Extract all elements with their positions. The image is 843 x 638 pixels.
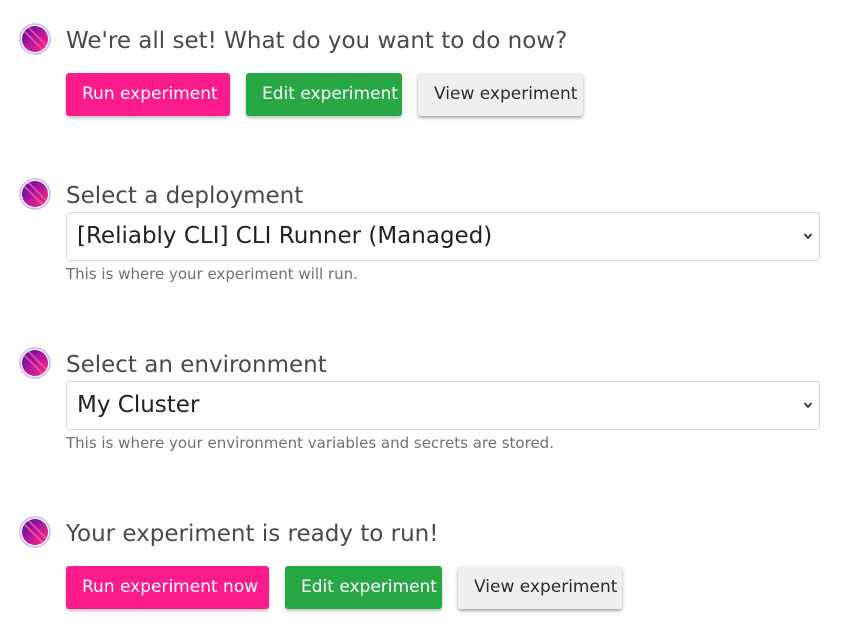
environment-help-text: This is where your environment variables… [66,434,554,452]
step-heading: Your experiment is ready to run! [66,521,439,547]
step-heading: Select an environment [66,352,327,378]
deployment-help-text: This is where your experiment will run. [66,265,358,283]
chevron-down-icon [803,233,813,240]
edit-experiment-button[interactable]: Edit experiment [285,566,442,609]
environment-select[interactable]: My Cluster [66,381,820,430]
deployment-select[interactable]: [Reliably CLI] CLI Runner (Managed) [66,212,820,261]
reliably-logo-icon [19,178,51,210]
chevron-down-icon [803,402,813,409]
deployment-select-value: [Reliably CLI] CLI Runner (Managed) [77,223,493,249]
edit-experiment-button[interactable]: Edit experiment [246,73,402,116]
view-experiment-button[interactable]: View experiment [458,566,622,609]
run-experiment-now-button[interactable]: Run experiment now [66,566,269,609]
run-experiment-button[interactable]: Run experiment [66,73,230,116]
reliably-logo-icon [19,516,51,548]
reliably-logo-icon [19,23,51,55]
step-heading: We're all set! What do you want to do no… [66,28,568,54]
view-experiment-button[interactable]: View experiment [418,73,583,116]
reliably-logo-icon [19,347,51,379]
environment-select-value: My Cluster [77,392,200,418]
step-heading: Select a deployment [66,183,304,209]
